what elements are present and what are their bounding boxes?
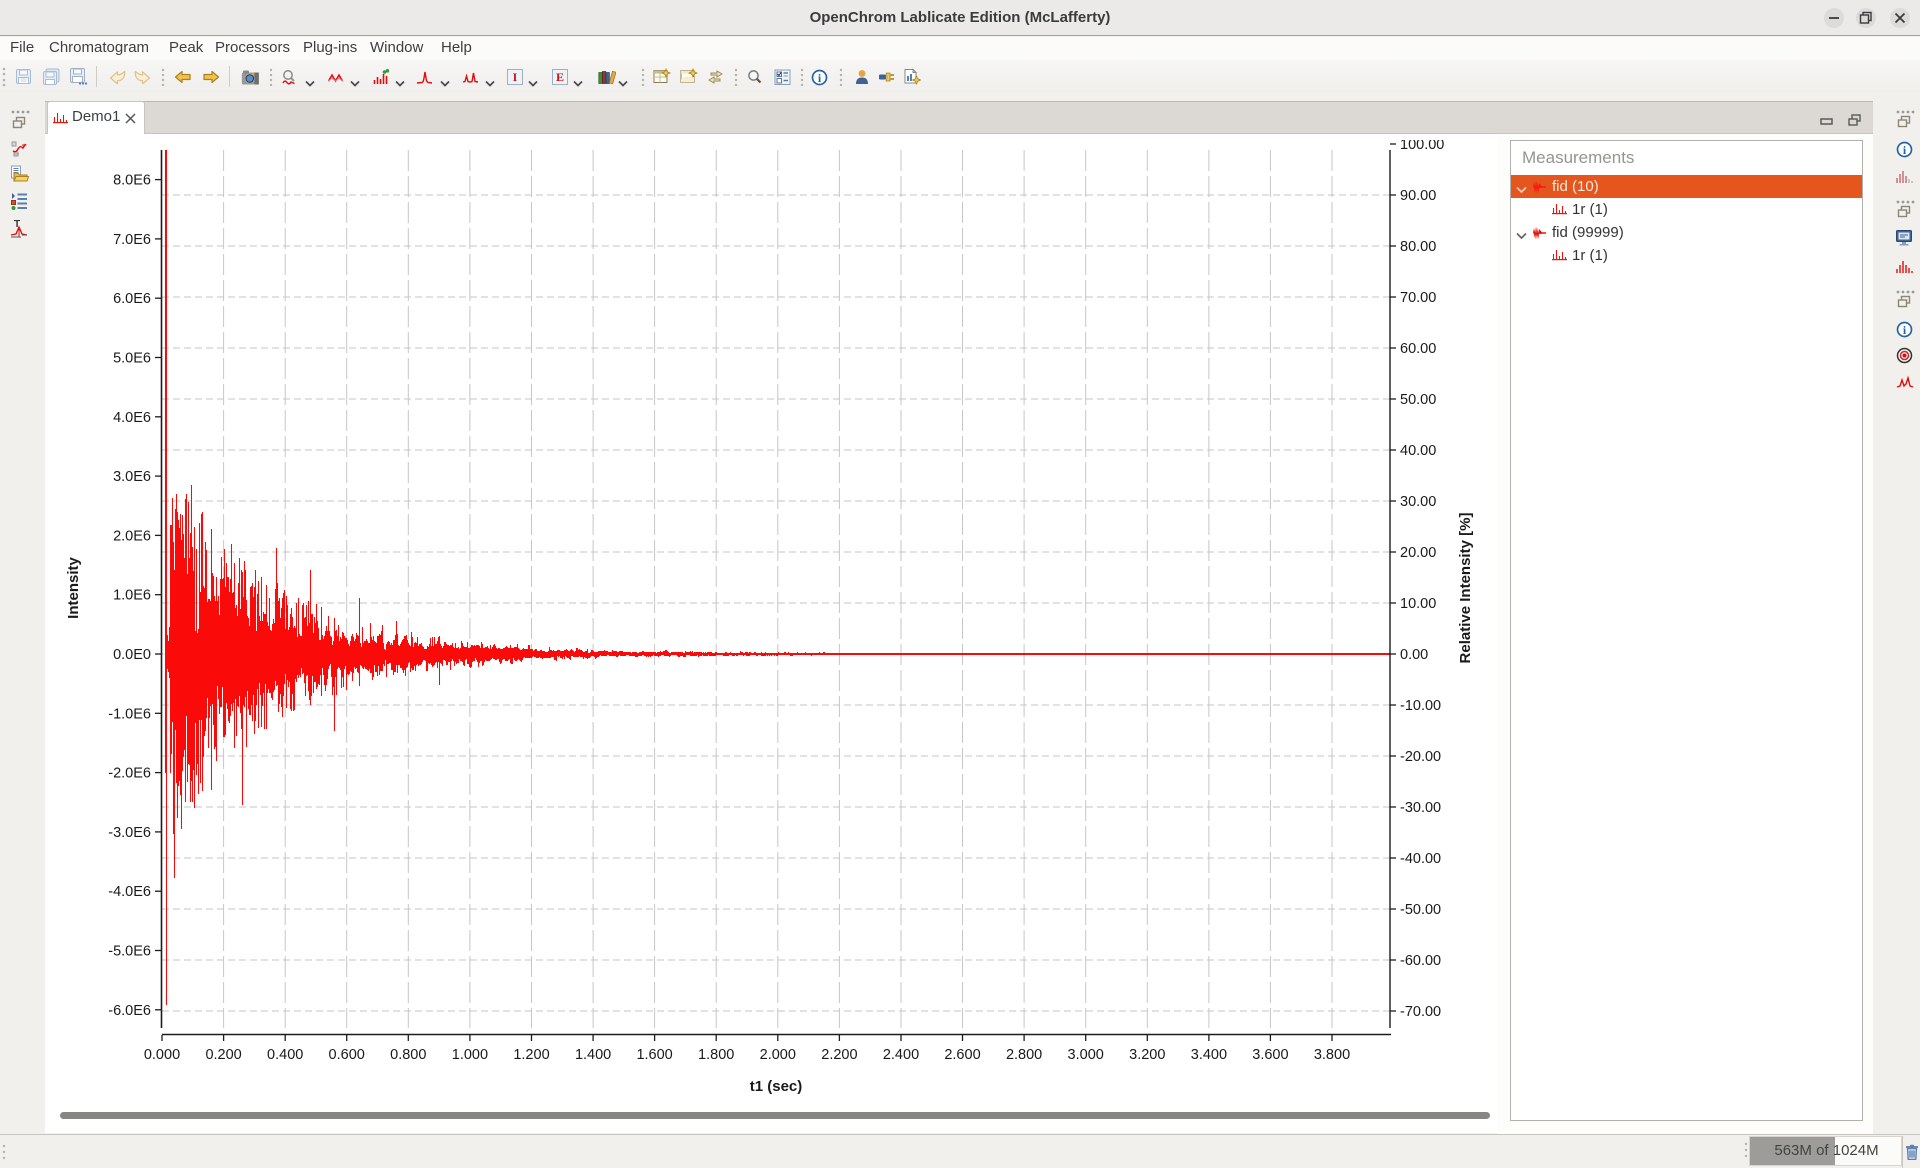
svg-text:3.200: 3.200 — [1129, 1047, 1165, 1063]
svg-text:1.000: 1.000 — [452, 1047, 488, 1063]
svg-text:80.00: 80.00 — [1400, 239, 1436, 255]
svg-text:50.00: 50.00 — [1400, 392, 1436, 408]
svg-text:5.0E6: 5.0E6 — [113, 351, 151, 367]
svg-text:30.00: 30.00 — [1400, 494, 1436, 510]
svg-text:-40.00: -40.00 — [1400, 851, 1441, 867]
svg-text:E: E — [556, 70, 564, 84]
svg-text:t1 (sec): t1 (sec) — [750, 1078, 803, 1095]
svg-text:-1.0E6: -1.0E6 — [108, 706, 151, 722]
svg-text:-70.00: -70.00 — [1400, 1004, 1441, 1020]
svg-text:3.000: 3.000 — [1068, 1047, 1104, 1063]
svg-text:-60.00: -60.00 — [1400, 953, 1441, 969]
svg-text:-30.00: -30.00 — [1400, 800, 1441, 816]
svg-text:2.200: 2.200 — [821, 1047, 857, 1063]
svg-text:1.0E6: 1.0E6 — [113, 588, 151, 604]
svg-text:Intensity: Intensity — [65, 557, 82, 619]
svg-text:-2.0E6: -2.0E6 — [108, 766, 151, 782]
svg-text:2.600: 2.600 — [944, 1047, 980, 1063]
svg-text:-3.0E6: -3.0E6 — [108, 825, 151, 841]
svg-text:90.00: 90.00 — [1400, 188, 1436, 204]
svg-text:70.00: 70.00 — [1400, 290, 1436, 306]
svg-text:0.800: 0.800 — [390, 1047, 426, 1063]
svg-text:0.400: 0.400 — [267, 1047, 303, 1063]
svg-text:0.600: 0.600 — [329, 1047, 365, 1063]
svg-text:1.200: 1.200 — [513, 1047, 549, 1063]
svg-text:40.00: 40.00 — [1400, 443, 1436, 459]
svg-text:4.0E6: 4.0E6 — [113, 410, 151, 426]
svg-text:0.200: 0.200 — [205, 1047, 241, 1063]
svg-text:20.00: 20.00 — [1400, 545, 1436, 561]
svg-text:2.0E6: 2.0E6 — [113, 528, 151, 544]
svg-text:60.00: 60.00 — [1400, 341, 1436, 357]
svg-text:3.800: 3.800 — [1314, 1047, 1350, 1063]
svg-text:0.00: 0.00 — [1400, 647, 1428, 663]
svg-text:3.600: 3.600 — [1252, 1047, 1288, 1063]
svg-text:2.000: 2.000 — [760, 1047, 796, 1063]
svg-text:-4.0E6: -4.0E6 — [108, 884, 151, 900]
svg-text:3.0E6: 3.0E6 — [113, 469, 151, 485]
svg-text:1.400: 1.400 — [575, 1047, 611, 1063]
svg-text:1.600: 1.600 — [636, 1047, 672, 1063]
svg-text:I: I — [513, 70, 518, 84]
svg-text:-5.0E6: -5.0E6 — [108, 944, 151, 960]
svg-text:100.00: 100.00 — [1400, 140, 1444, 153]
svg-text:Relative Intensity [%]: Relative Intensity [%] — [1457, 513, 1474, 664]
svg-text:-20.00: -20.00 — [1400, 749, 1441, 765]
svg-text:3.400: 3.400 — [1191, 1047, 1227, 1063]
svg-text:-6.0E6: -6.0E6 — [108, 1003, 151, 1019]
svg-text:0.0E0: 0.0E0 — [113, 647, 151, 663]
svg-text:8.0E6: 8.0E6 — [113, 173, 151, 189]
svg-text:2.400: 2.400 — [883, 1047, 919, 1063]
svg-text:1.800: 1.800 — [698, 1047, 734, 1063]
svg-text:0.000: 0.000 — [144, 1047, 180, 1063]
svg-text:6.0E6: 6.0E6 — [113, 291, 151, 307]
svg-text:2.800: 2.800 — [1006, 1047, 1042, 1063]
svg-text:10.00: 10.00 — [1400, 596, 1436, 612]
svg-text:-50.00: -50.00 — [1400, 902, 1441, 918]
svg-text:-10.00: -10.00 — [1400, 698, 1441, 714]
svg-text:7.0E6: 7.0E6 — [113, 232, 151, 248]
